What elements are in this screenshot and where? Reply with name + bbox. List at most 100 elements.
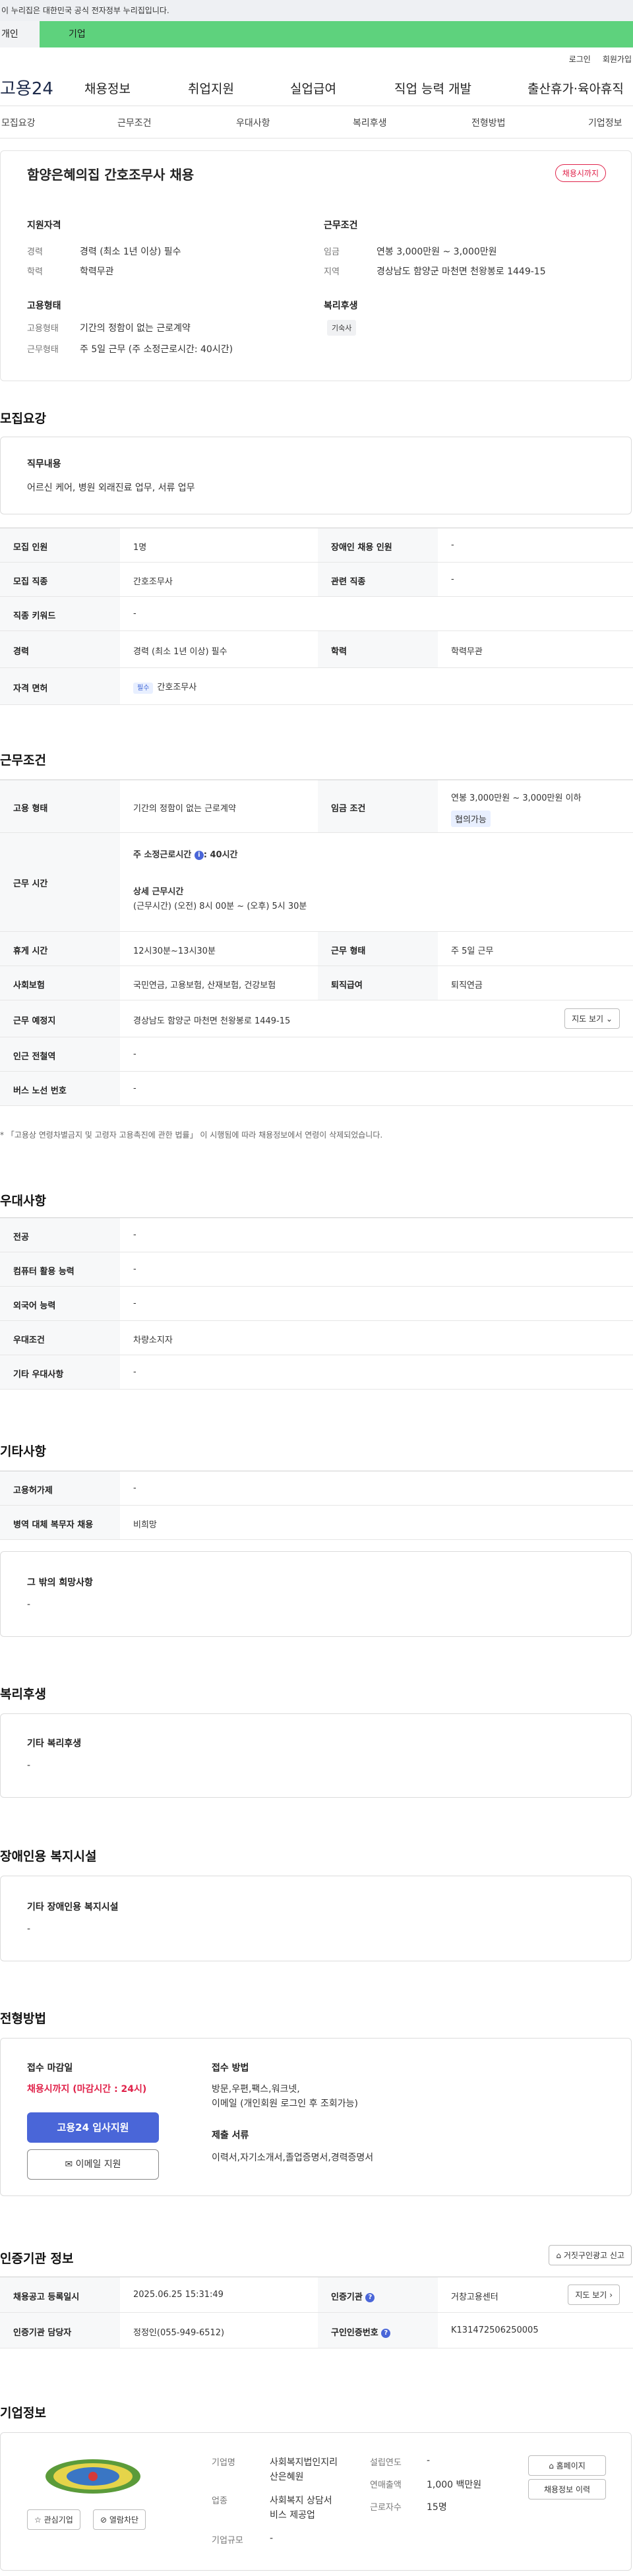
language-label: 외국어 능력 [13, 1301, 56, 1311]
report-fake-ad-button[interactable]: ⌂ 거짓구인광고 신고 [549, 2245, 632, 2265]
section-preference-title: 우대사항 [0, 1194, 46, 1208]
info-icon[interactable]: ? [365, 2292, 375, 2302]
site-logo[interactable]: 고용24 [0, 75, 53, 100]
map-view-button[interactable]: 지도 보기 ⌄ [564, 1008, 620, 1029]
wage-cond-label: 임금 조건 [331, 804, 366, 814]
tab-conditions[interactable]: 근무조건 [117, 116, 152, 129]
section-agency-title: 인증기관 정보 [0, 2252, 74, 2266]
founded-label: 설립연도 [370, 2458, 402, 2468]
block-view-button[interactable]: ⊘ 열람차단 [93, 2509, 146, 2530]
deadline-badge: 채용시까지 [555, 164, 606, 182]
job-summary-card: 함양은혜의집 간호조무사 채용 채용시까지 지원자격 경력 경력 (최소 1년 … [0, 150, 632, 381]
subway-label: 인근 전철역 [13, 1052, 56, 1062]
permit-label: 고용허가제 [13, 1486, 53, 1496]
license-label: 자격 면허 [13, 684, 48, 694]
co-name-label: 기업명 [212, 2458, 235, 2468]
tab-screening[interactable]: 전형방법 [471, 116, 506, 129]
insurance-value: 국민연금, 고용보험, 산재보험, 건강보험 [133, 981, 276, 991]
recruit-table: 모집 인원 1명 장애인 채용 인원 - 모집 직종 간호조무사 관련 직종 -… [0, 528, 633, 705]
section-company-title: 기업정보 [0, 2406, 46, 2420]
utility-bar: 로그인 회원가입 [0, 47, 633, 70]
career-row-value: 경력 (최소 1년 이상) 필수 [133, 647, 227, 657]
info-icon[interactable]: ? [381, 2328, 391, 2338]
apply-button[interactable]: 고용24 입사지원 [27, 2112, 159, 2143]
email-apply-label: 이메일 지원 [75, 2159, 121, 2170]
pension-label: 퇴직급여 [331, 981, 363, 991]
industry-value-1: 사회복지 상담서 [270, 2496, 332, 2506]
tab-company[interactable]: 기업정보 [588, 116, 622, 129]
interest-company-label: 관심기업 [44, 2515, 73, 2525]
login-link[interactable]: 로그인 [569, 53, 591, 65]
pref-etc-value: - [133, 1367, 136, 1377]
welfare-chip: 기숙사 [327, 320, 357, 336]
interest-company-button[interactable]: ☆ 관심기업 [27, 2509, 80, 2530]
deadline-heading: 접수 마감일 [27, 2063, 73, 2073]
related-label: 관련 직종 [331, 577, 366, 587]
founded-value: - [427, 2455, 431, 2466]
keyword-value: - [133, 609, 136, 619]
table-row: 직종 키워드 - [0, 597, 633, 631]
table-row: 병역 대체 복무자 채용 비희망 [0, 1506, 633, 1540]
cert-number-value: K131472506250005 [451, 2325, 539, 2335]
region-label: 지역 [324, 267, 340, 277]
gnb-menu-jobs[interactable]: 채용정보 [84, 79, 131, 97]
disabled-label: 장애인 채용 인원 [331, 543, 392, 553]
table-row: 사회보험 국민연금, 고용보험, 산재보험, 건강보험 퇴직급여 퇴직연금 [0, 966, 633, 1000]
worktype-label: 근무형태 [27, 345, 59, 355]
gnb-menu-parental-leave[interactable]: 출산휴가·육아휴직 [528, 79, 624, 97]
personal-tab[interactable]: 개인 [0, 21, 40, 47]
gnb-menu-skills-development[interactable]: 직업 능력 개발 [394, 79, 471, 97]
military-value: 비희망 [133, 1520, 157, 1530]
info-icon[interactable]: i [194, 850, 204, 860]
region-value: 경상남도 함양군 마천면 천왕봉로 1449-15 [377, 266, 546, 277]
manager-label: 인증기관 담당자 [13, 2328, 72, 2338]
homepage-button[interactable]: ⌂ 홈페이지 [528, 2455, 606, 2476]
section-conditions-title: 근무조건 [0, 753, 46, 768]
major-value: - [133, 1230, 136, 1240]
work-heading: 근무조건 [324, 220, 358, 231]
welfare-card: 기타 복리후생 - [0, 1713, 632, 1798]
emp-type-label: 고용 형태 [13, 804, 48, 814]
agency-label: 인증기관 [331, 2292, 363, 2302]
pref-cond-value: 차량소지자 [133, 1335, 173, 1345]
sales-label: 연매출액 [370, 2480, 402, 2490]
section-other-title: 기타사항 [0, 1444, 46, 1459]
cert-number-label-wrap: 구인인증번호 ? [331, 2325, 391, 2338]
report-fake-ad-label: 거짓구인광고 신고 [563, 2251, 624, 2260]
email-apply-button[interactable]: ✉ 이메일 지원 [27, 2149, 159, 2180]
recruit-history-button[interactable]: 채용정보 이력 [528, 2479, 606, 2499]
co-name-value-2: 산은혜원 [270, 2472, 304, 2482]
tab-welfare[interactable]: 복리후생 [353, 116, 387, 129]
docs-heading: 제출 서류 [212, 2130, 249, 2141]
insurance-label: 사회보험 [13, 981, 45, 991]
career-row-label: 경력 [13, 647, 29, 657]
company-tab[interactable]: 기업 [40, 21, 633, 47]
job-title: 함양은혜의집 간호조무사 채용 [27, 167, 195, 183]
pref-etc-label: 기타 우대사항 [13, 1370, 64, 1380]
agency-map-button[interactable]: 지도 보기 › [568, 2285, 620, 2305]
tab-preference[interactable]: 우대사항 [236, 116, 270, 129]
deadline-value: 채용시까지 (마감시간 : 24시) [27, 2084, 147, 2095]
join-link[interactable]: 회원가입 [603, 53, 632, 65]
gov-notice-text: 이 누리집은 대한민국 공식 전자정부 누리집입니다. [1, 6, 169, 15]
table-row: 버스 노선 번호 - [0, 1072, 633, 1106]
required-tag: 필수 [133, 683, 154, 694]
worktype-cond-label: 근무 형태 [331, 946, 366, 956]
welfare-value: - [27, 1760, 31, 1771]
industry-label: 업종 [212, 2496, 227, 2506]
gov-banner: 이 누리집은 대한민국 공식 전자정부 누리집입니다. [0, 0, 633, 21]
place-value: 경상남도 함양군 마천면 천왕봉로 1449-15 [133, 1016, 291, 1026]
military-label: 병역 대체 복무자 채용 [13, 1520, 94, 1530]
block-icon: ⊘ [100, 2515, 107, 2525]
table-row: 고용 형태 기간의 정함이 없는 근로계약 임금 조건 연봉 3,000만원 ~… [0, 780, 633, 833]
method-value-2: 이메일 (개인회원 로그인 후 조회가능) [212, 2099, 358, 2109]
agency-label-wrap: 인증기관 ? [331, 2290, 375, 2302]
tab-recruit[interactable]: 모집요강 [1, 116, 36, 129]
career-value: 경력 (최소 1년 이상) 필수 [80, 247, 181, 257]
table-row: 모집 인원 1명 장애인 채용 인원 - [0, 528, 633, 563]
break-label: 휴게 시간 [13, 946, 48, 956]
gnb-menu-employment-support[interactable]: 취업지원 [188, 79, 234, 97]
gnb-menu-unemployment-benefit[interactable]: 실업급여 [290, 79, 336, 97]
emp-value: 기간의 정함이 없는 근로계약 [80, 323, 191, 334]
edu-row-value: 학력무관 [451, 647, 483, 657]
